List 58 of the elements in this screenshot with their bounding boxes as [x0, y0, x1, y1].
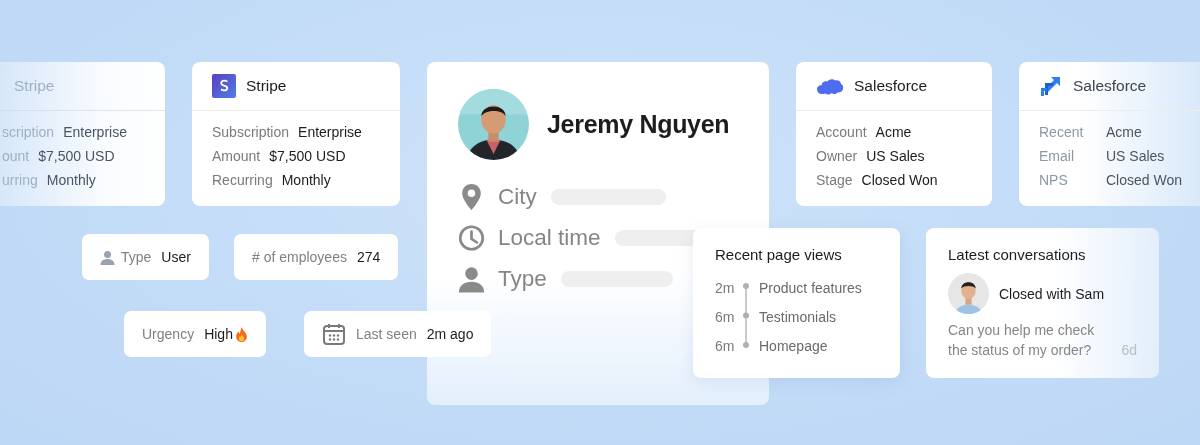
field-value: Closed Won	[1106, 171, 1182, 189]
stripe-logo-icon	[212, 74, 236, 98]
calendar-icon	[322, 322, 346, 346]
chip-value: High	[204, 326, 233, 342]
field-label: Recurring	[212, 171, 273, 189]
field-value: Enterprise	[298, 123, 362, 141]
message-preview: Can you help me check the status of my order?	[948, 321, 1096, 360]
field-label: Owner	[816, 147, 858, 165]
field-value: US Sales	[1106, 147, 1165, 165]
field-value: Enterprise	[63, 123, 127, 141]
chip-label: # of employees	[252, 249, 347, 265]
view-time: 2m	[715, 279, 736, 297]
field-label: Stage	[816, 171, 853, 189]
page-name: Product features	[759, 279, 862, 297]
field-label: urring	[2, 171, 38, 189]
view-time: 6m	[715, 337, 736, 355]
person-name: Jeremy Nguyen	[547, 110, 730, 139]
arrows-icon	[1039, 74, 1063, 98]
field-label: Subscription	[212, 123, 290, 141]
field-label: ount	[2, 147, 30, 165]
field-value: $7,500 USD	[38, 147, 115, 165]
page-name: Homepage	[759, 337, 828, 355]
card-title: Stripe	[246, 77, 287, 95]
person-icon	[458, 264, 485, 293]
card-title: Salesforce	[1073, 77, 1147, 95]
field-label: NPS	[1039, 171, 1069, 189]
field-label: Amount	[212, 147, 261, 165]
card-title: Salesforce	[854, 77, 928, 95]
field-value: Monthly	[281, 171, 331, 189]
field-label: Email	[1039, 147, 1075, 165]
chip-value: 274	[356, 249, 381, 265]
field-label: City	[498, 183, 537, 210]
field-label: Local time	[498, 224, 601, 251]
person-icon	[100, 249, 115, 265]
page-name: Testimonials	[759, 308, 837, 326]
field-value: Acme	[875, 123, 912, 141]
card-title: Stripe	[14, 77, 55, 95]
field-label: Account	[816, 123, 867, 141]
chip-value: 2m ago	[426, 326, 474, 342]
card-title: Latest conversations	[948, 246, 1087, 263]
chip-label: Last seen	[356, 326, 417, 342]
conversation-status: Closed with Sam	[999, 285, 1105, 302]
field-value: Closed Won	[861, 171, 938, 189]
chip-label: Type	[121, 249, 152, 265]
field-label: Recent	[1039, 123, 1085, 141]
cloud-icon	[816, 76, 844, 96]
field-label: Type	[498, 265, 547, 292]
field-value: Acme	[1106, 123, 1142, 141]
chip-value: User	[161, 249, 191, 265]
field-value: $7,500 USD	[269, 147, 346, 165]
chip-label: Urgency	[142, 326, 195, 342]
card-title: Recent page views	[715, 246, 843, 263]
flame-icon	[234, 326, 248, 342]
field-value: Monthly	[46, 171, 96, 189]
clock-icon	[458, 223, 485, 252]
view-time: 6m	[715, 308, 736, 326]
field-label: scription	[2, 123, 55, 141]
field-value: US Sales	[866, 147, 925, 165]
